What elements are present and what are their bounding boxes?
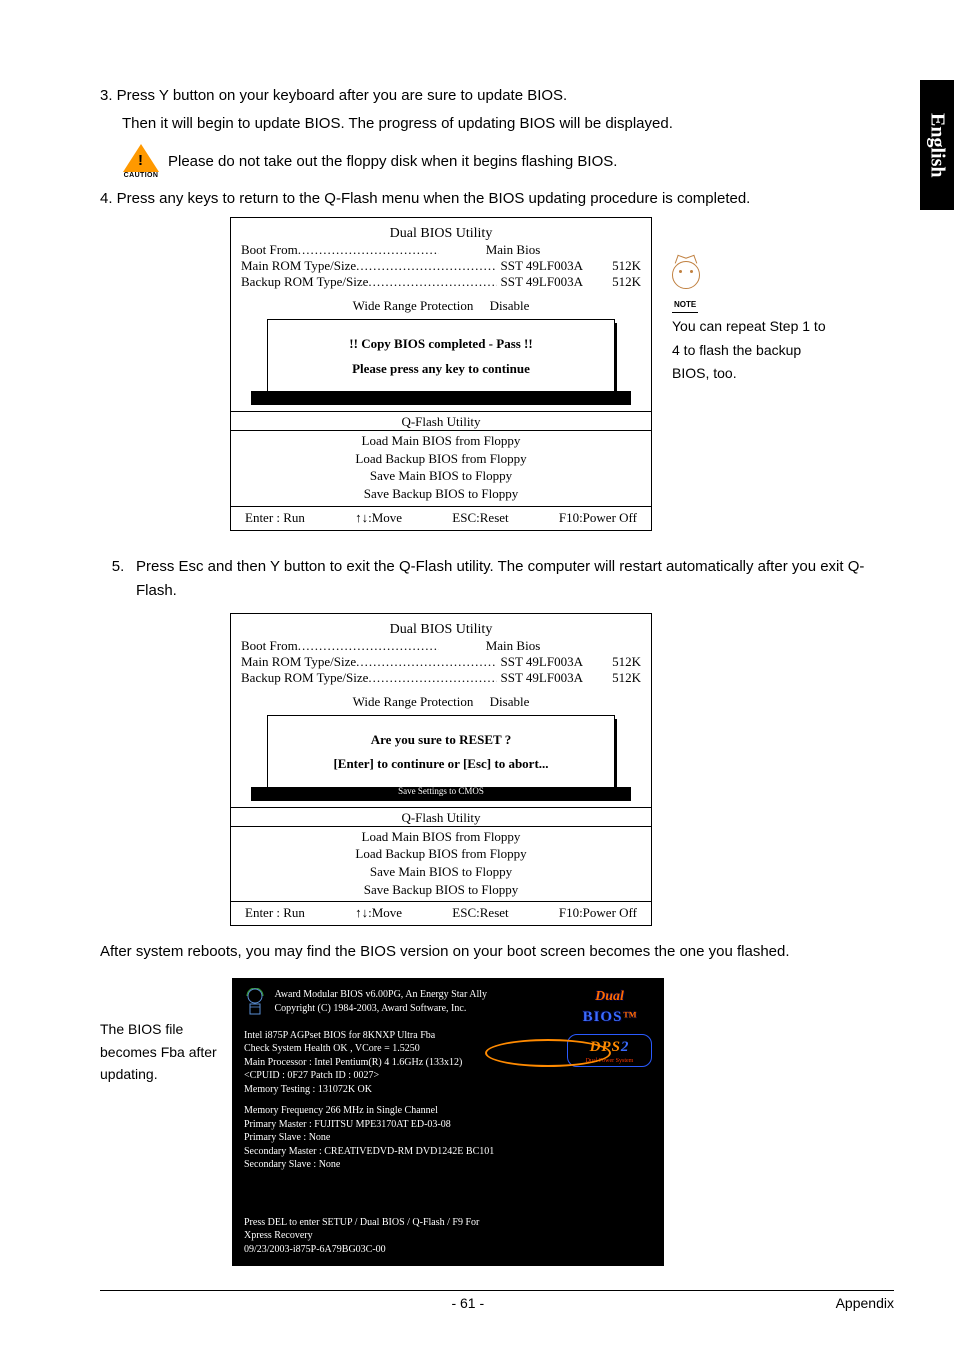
bios1-menu-item: Load Main BIOS from Floppy <box>231 432 651 450</box>
bios2-msg1: Are you sure to RESET ? <box>276 728 606 753</box>
bios1-wide-range: Wide Range Protection <box>353 298 474 313</box>
bios1-footer-enter: Enter : Run <box>245 510 305 526</box>
bios2-subtitle: Q-Flash Utility <box>231 808 651 826</box>
bios2-mainrom-size: 512K <box>583 654 641 670</box>
dual-bios-logo: Dual BIOS™ <box>567 988 652 1028</box>
epa-icon <box>244 988 266 1021</box>
boot-screen: Dual BIOS™ DPS2 Dual Power System <box>232 978 664 1266</box>
bios1-backuprom-label: Backup ROM Type/Size <box>241 274 368 290</box>
bios1-mainrom-val: SST 49LF003A <box>497 258 583 274</box>
bios2-mainrom-val: SST 49LF003A <box>497 654 583 670</box>
boot-line-9: Secondary Master : CREATIVEDVD-RM DVD124… <box>244 1145 652 1159</box>
bios2-title: Dual BIOS Utility <box>241 618 641 638</box>
caution-label: CAUTION <box>120 172 162 179</box>
bios2-footer: Enter : Run ↑↓:Move ESC:Reset F10:Power … <box>231 902 651 925</box>
bios1-mainrom-size: 512K <box>583 258 641 274</box>
bios2-backuprom-label: Backup ROM Type/Size <box>241 670 368 686</box>
bios1-footer-move: ↑↓:Move <box>355 510 402 526</box>
page-number: - 61 - <box>451 1295 484 1311</box>
boot-footer-2: Xpress Recovery <box>244 1229 652 1243</box>
language-tab: English <box>920 80 954 210</box>
bios2-mainrom-label: Main ROM Type/Size <box>241 654 356 670</box>
bios1-menu-item: Load Backup BIOS from Floppy <box>231 450 651 468</box>
bios2-footer-move: ↑↓:Move <box>355 905 402 921</box>
boot-footer-1: Press DEL to enter SETUP / Dual BIOS / Q… <box>244 1216 652 1230</box>
note-icon <box>672 261 700 289</box>
boot-line-8: Primary Slave : None <box>244 1131 652 1145</box>
footer-section: Appendix <box>836 1295 894 1311</box>
bios2-bootfrom-val: Main Bios <box>439 638 583 654</box>
boot-line-7: Primary Master : FUJITSU MPE3170AT ED-03… <box>244 1118 652 1132</box>
boot-header2: Copyright (C) 1984-2003, Award Software,… <box>275 1002 488 1016</box>
bios1-backuprom-val: SST 49LF003A <box>497 274 583 290</box>
boot-footer-3: 09/23/2003-i875P-6A79BG03C-00 <box>244 1243 652 1257</box>
note-block: NOTE You can repeat Step 1 to 4 to flash… <box>672 261 832 386</box>
bios1-footer-f10: F10:Power Off <box>559 510 637 526</box>
bios1-footer-esc: ESC:Reset <box>452 510 508 526</box>
boot-line-6: Memory Frequency 266 MHz in Single Chann… <box>244 1104 652 1118</box>
bios2-wide-range-val: Disable <box>490 694 530 709</box>
bios1-wide-range-val: Disable <box>490 298 530 313</box>
boot-line-5: Memory Testing : 131072K OK <box>244 1083 652 1097</box>
bios2-bootfrom-label: Boot From <box>241 638 298 654</box>
bios1-bootfrom-val: Main Bios <box>439 242 583 258</box>
step-3-line1: 3. Press Y button on your keyboard after… <box>100 84 894 108</box>
bios1-footer: Enter : Run ↑↓:Move ESC:Reset F10:Power … <box>231 507 651 530</box>
bios2-menu-item: Load Main BIOS from Floppy <box>231 828 651 846</box>
after-reboot-text: After system reboots, you may find the B… <box>100 940 894 964</box>
step-3-line2: Then it will begin to update BIOS. The p… <box>122 112 894 136</box>
bios1-menu-item: Save Backup BIOS to Floppy <box>231 485 651 503</box>
bios2-wide-range: Wide Range Protection <box>353 694 474 709</box>
step-5-text: Press Esc and then Y button to exit the … <box>136 555 894 603</box>
bios1-backuprom-size: 512K <box>583 274 641 290</box>
note-label: NOTE <box>672 298 698 313</box>
bios1-msg2: Please press any key to continue <box>276 357 606 382</box>
bios-panel-2: Dual BIOS Utility Boot From Main Bios Ma… <box>230 613 652 927</box>
caution-icon: ! CAUTION <box>120 144 162 179</box>
bios2-message-box: Are you sure to RESET ? [Enter] to conti… <box>268 716 614 787</box>
bios2-menu-item: Load Backup BIOS from Floppy <box>231 845 651 863</box>
boot-logos: Dual BIOS™ DPS2 Dual Power System <box>567 988 652 1067</box>
bios1-bootfrom-label: Boot From <box>241 242 298 258</box>
bios1-mainrom-label: Main ROM Type/Size <box>241 258 356 274</box>
caution-text: Please do not take out the floppy disk w… <box>168 150 617 174</box>
bios-panel-1: Dual BIOS Utility Boot From Main Bios Ma… <box>230 217 652 531</box>
bios2-menu-item: Save Main BIOS to Floppy <box>231 863 651 881</box>
fba-note: The BIOS file becomes Fba after updating… <box>100 978 220 1266</box>
bios2-msg2: [Enter] to continure or [Esc] to abort..… <box>276 752 606 777</box>
bios1-title: Dual BIOS Utility <box>241 222 641 242</box>
bios2-footer-esc: ESC:Reset <box>452 905 508 921</box>
boot-line-10: Secondary Slave : None <box>244 1158 652 1172</box>
bios1-menu: Load Main BIOS from Floppy Load Backup B… <box>231 431 651 505</box>
bios2-backuprom-val: SST 49LF003A <box>497 670 583 686</box>
bios2-footer-f10: F10:Power Off <box>559 905 637 921</box>
bios2-footer-enter: Enter : Run <box>245 905 305 921</box>
bios1-msg1: !! Copy BIOS completed - Pass !! <box>276 332 606 357</box>
step-5-number: 5. <box>100 555 136 603</box>
boot-header1: Award Modular BIOS v6.00PG, An Energy St… <box>275 988 488 1002</box>
step-4: 4. Press any keys to return to the Q-Fla… <box>100 187 894 211</box>
bios2-backuprom-size: 512K <box>583 670 641 686</box>
bios1-subtitle: Q-Flash Utility <box>231 412 651 430</box>
dps-logo: DPS2 Dual Power System <box>567 1034 652 1067</box>
bios1-message-box: !! Copy BIOS completed - Pass !! Please … <box>268 320 614 391</box>
bios2-menu: Load Main BIOS from Floppy Load Backup B… <box>231 827 651 901</box>
note-text: You can repeat Step 1 to 4 to flash the … <box>672 315 832 386</box>
boot-line-4: <CPUID : 0F27 Patch ID : 0027> <box>244 1069 652 1083</box>
bios1-menu-item: Save Main BIOS to Floppy <box>231 467 651 485</box>
bios2-menu-item: Save Backup BIOS to Floppy <box>231 881 651 899</box>
